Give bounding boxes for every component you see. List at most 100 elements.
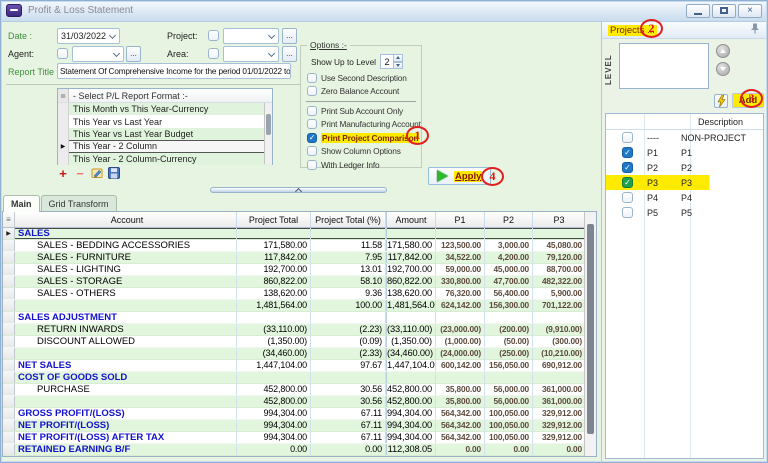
tab-main[interactable]: Main <box>3 195 40 212</box>
value-cell: 329,912.00 <box>533 408 586 419</box>
column-header[interactable]: Amount <box>386 212 436 227</box>
option-checkbox[interactable] <box>307 86 317 96</box>
grid-row[interactable]: SALES - STORAGE860,822.0058.10860,822.00… <box>3 276 596 288</box>
project-checkbox[interactable]: ✓ <box>622 177 633 188</box>
grid-row[interactable]: SALES - OTHERS138,620.009.36138,620.0076… <box>3 288 596 300</box>
grid-row[interactable]: COST OF GOODS SOLD <box>3 372 596 384</box>
project-combobox[interactable] <box>223 28 279 44</box>
project-checkbox[interactable]: ✓ <box>622 147 633 158</box>
grid-row[interactable]: NET PROFIT/(LOSS) AFTER TAX994,304.0067.… <box>3 432 596 444</box>
date-combobox[interactable]: 31/03/2022 <box>57 28 120 44</box>
project-checkbox[interactable] <box>622 132 633 143</box>
grid-row[interactable]: (34,460.00)(2.33)(34,460.00)(24,000.00)(… <box>3 348 596 360</box>
option-row[interactable]: Zero Balance Account <box>301 85 421 99</box>
column-header[interactable]: Project Total (%) <box>311 212 386 227</box>
scrollbar-thumb[interactable] <box>587 224 594 434</box>
tab-grid-transform[interactable]: Grid Transform <box>41 195 117 211</box>
option-row[interactable]: With Ledger Info <box>301 158 421 172</box>
project-browse-button[interactable]: ... <box>282 28 297 44</box>
grid-row[interactable]: NET SALES1,447,104.0097.671,447,104.0060… <box>3 360 596 372</box>
row-indicator-icon: ▶ <box>58 140 69 152</box>
grid-row[interactable]: SALES - BEDDING ACCESSORIES171,580.0011.… <box>3 240 596 252</box>
grid-row[interactable]: DISCOUNT ALLOWED(1,350.00)(0.09)(1,350.0… <box>3 336 596 348</box>
description-column-header[interactable]: Description <box>698 117 743 127</box>
horizontal-splitter[interactable] <box>210 187 387 193</box>
grid-row[interactable]: SALES - LIGHTING192,700.0013.01192,700.0… <box>3 264 596 276</box>
format-list-scrollbar[interactable] <box>264 103 272 164</box>
option-checkbox[interactable] <box>307 119 317 129</box>
level-spinner[interactable]: 2 <box>380 54 403 69</box>
column-header[interactable]: Project Total <box>237 212 311 227</box>
save-format-button[interactable] <box>107 166 121 180</box>
project-row[interactable]: ✓P3P3 <box>606 175 763 190</box>
format-list-item[interactable]: This Year vs Last Year Budget <box>58 128 272 140</box>
format-list-item[interactable]: This Year - 2 Column-Currency <box>58 153 272 165</box>
area-filter-checkbox[interactable] <box>208 48 219 59</box>
add-format-button[interactable]: + <box>56 166 70 180</box>
grid-row[interactable]: SALES - FURNITURE117,842.007.95117,842.0… <box>3 252 596 264</box>
close-button[interactable]: × <box>738 4 762 18</box>
column-header[interactable]: P2 <box>485 212 533 227</box>
agent-filter-checkbox[interactable] <box>57 48 68 59</box>
value-cell <box>386 372 436 383</box>
project-filter-checkbox[interactable] <box>208 30 219 41</box>
value-cell: (34,460.00) <box>386 348 436 359</box>
project-checkbox[interactable]: ✓ <box>622 162 633 173</box>
scrollbar-thumb[interactable] <box>266 114 271 135</box>
project-row[interactable]: P4P4 <box>606 190 763 205</box>
projects-rows: ----NON-PROJECT✓P1P1✓P2P2✓P3P3P4P4P5P5 <box>606 130 763 220</box>
project-checkbox[interactable] <box>622 192 633 203</box>
grid-row[interactable]: NET PROFIT/(LOSS)994,304.0067.11994,304.… <box>3 420 596 432</box>
agent-browse-button[interactable]: ... <box>126 46 141 62</box>
maximize-button[interactable] <box>712 4 736 18</box>
option-row[interactable]: Show Column Options <box>301 145 421 159</box>
project-code: ---- <box>633 133 677 143</box>
column-header[interactable]: P1 <box>436 212 485 227</box>
area-browse-button[interactable]: ... <box>282 46 297 62</box>
option-checkbox[interactable] <box>307 73 317 83</box>
project-description: P5 <box>677 208 763 218</box>
grid-row[interactable]: PURCHASE452,800.0030.56452,800.0035,800.… <box>3 384 596 396</box>
area-combobox[interactable] <box>223 46 279 62</box>
spinner-up-button[interactable] <box>394 54 403 62</box>
grid-vertical-scrollbar[interactable] <box>584 212 596 456</box>
move-down-button[interactable] <box>716 62 730 76</box>
minimize-button[interactable] <box>686 4 710 18</box>
spinner-down-button[interactable] <box>394 62 403 70</box>
pin-icon[interactable] <box>750 21 760 39</box>
report-title-input[interactable]: Statement Of Comprehensive Income for th… <box>57 63 291 79</box>
edit-format-button[interactable] <box>90 166 104 180</box>
format-list-item[interactable]: This Year vs Last Year <box>58 115 272 127</box>
grid-row[interactable]: RETAINED EARNING B/F0.000.00112,308.050.… <box>3 444 596 456</box>
option-checkbox[interactable]: ✓ <box>307 133 317 143</box>
grid-row[interactable]: SALES ADJUSTMENT <box>3 312 596 324</box>
agent-combobox[interactable] <box>72 46 124 62</box>
project-row[interactable]: P5P5 <box>606 205 763 220</box>
project-row[interactable]: ✓P2P2 <box>606 160 763 175</box>
grid-row[interactable]: 452,800.0030.56452,800.0035,800.0056,000… <box>3 396 596 408</box>
format-list-item[interactable]: ▶This Year - 2 Column <box>58 140 272 152</box>
grid-row[interactable]: 1,481,564.00100.001,481,564.00624,142.00… <box>3 300 596 312</box>
level-listbox[interactable] <box>619 43 709 89</box>
quick-action-button[interactable] <box>714 94 728 108</box>
column-header[interactable]: Account <box>15 212 237 227</box>
option-row[interactable]: Print Sub Account Only <box>301 104 421 118</box>
level-value[interactable]: 2 <box>380 54 394 69</box>
project-row[interactable]: ✓P1P1 <box>606 145 763 160</box>
option-checkbox[interactable] <box>307 146 317 156</box>
option-checkbox[interactable] <box>307 160 317 170</box>
format-list-item[interactable]: This Month vs This Year-Currency <box>58 103 272 115</box>
grid-row[interactable]: RETURN INWARDS(33,110.00)(2.23)(33,110.0… <box>3 324 596 336</box>
column-header[interactable]: P3 <box>533 212 586 227</box>
move-up-button[interactable] <box>716 44 730 58</box>
option-row[interactable]: Use Second Description <box>301 71 421 85</box>
option-checkbox[interactable] <box>307 106 317 116</box>
grid-row[interactable]: ▶SALES <box>3 228 596 240</box>
option-row[interactable]: ✓Print Project Comparison <box>301 131 421 145</box>
grid-row[interactable]: GROSS PROFIT/(LOSS)994,304.0067.11994,30… <box>3 408 596 420</box>
remove-format-button[interactable]: − <box>73 166 87 180</box>
project-checkbox[interactable] <box>622 207 633 218</box>
value-cell: 452,800.00 <box>237 396 311 407</box>
project-row[interactable]: ----NON-PROJECT <box>606 130 763 145</box>
option-row[interactable]: Print Manufacturing Account <box>301 118 421 132</box>
